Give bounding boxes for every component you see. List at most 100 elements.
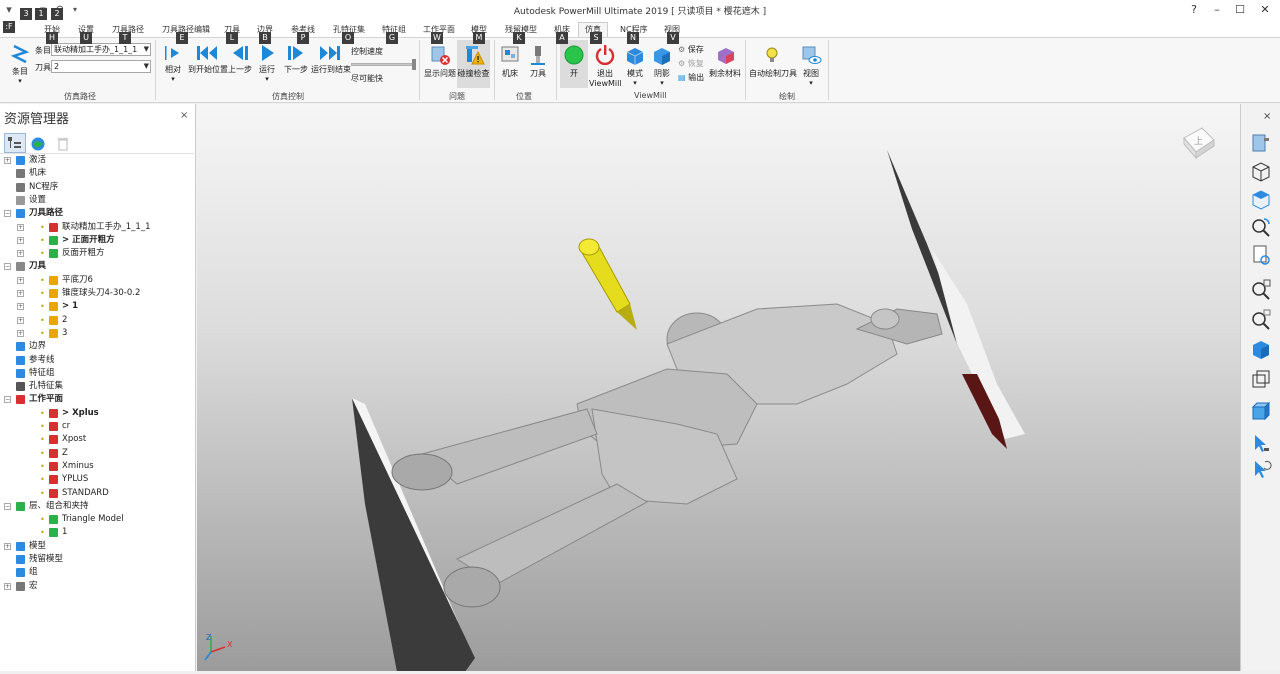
tree-item[interactable]: + • 3: [0, 327, 196, 340]
tree-item[interactable]: − 刀具: [0, 260, 196, 273]
tree-item[interactable]: • STANDARD: [0, 487, 196, 500]
exit-viewmill-button[interactable]: 退出 ViewMill: [589, 44, 622, 88]
tree-item[interactable]: − 刀具路径: [0, 207, 196, 220]
tree-item[interactable]: + • 2: [0, 314, 196, 327]
tree-item[interactable]: • Z: [0, 447, 196, 460]
machine-position-button[interactable]: 机床: [498, 44, 522, 79]
tree-item[interactable]: • > Xplus: [0, 407, 196, 420]
tree-item[interactable]: • 1: [0, 526, 196, 539]
visibility-lightbulb-icon[interactable]: •: [40, 460, 49, 471]
visibility-lightbulb-icon[interactable]: •: [40, 300, 49, 311]
web-button[interactable]: [30, 136, 46, 152]
tree-expander[interactable]: +: [4, 157, 11, 164]
undo-select-button[interactable]: [1250, 458, 1272, 480]
tree-item[interactable]: • Triangle Model: [0, 513, 196, 526]
to-start-button[interactable]: 到开始位置: [188, 44, 228, 75]
select-arrow-button[interactable]: [1250, 432, 1272, 454]
tree-item[interactable]: • Xpost: [0, 433, 196, 446]
help-button[interactable]: ?: [1183, 2, 1205, 18]
speed-slider[interactable]: [351, 59, 416, 70]
tree-item[interactable]: + 模型: [0, 540, 196, 553]
zoom-box-button[interactable]: [1250, 308, 1272, 330]
delete-button[interactable]: [56, 136, 70, 152]
tree-expander[interactable]: −: [4, 396, 11, 404]
tree-expander[interactable]: +: [17, 316, 24, 324]
zoom-rotate-button[interactable]: [1250, 216, 1272, 238]
visibility-lightbulb-icon[interactable]: •: [40, 513, 49, 524]
cube-view-button[interactable]: [1250, 188, 1272, 210]
visibility-lightbulb-icon[interactable]: •: [40, 327, 49, 338]
tree-view-button[interactable]: [4, 133, 26, 153]
step-forward-button[interactable]: 下一步: [283, 44, 309, 75]
tree-expander[interactable]: −: [4, 502, 11, 510]
visibility-lightbulb-icon[interactable]: •: [40, 234, 49, 245]
tree-item[interactable]: + • 平底刀6: [0, 274, 196, 287]
tree-item[interactable]: + • 联动精加工手办_1_1_1: [0, 221, 196, 234]
tree-item[interactable]: • cr: [0, 420, 196, 433]
step-back-button[interactable]: 上一步: [228, 44, 252, 75]
visibility-lightbulb-icon[interactable]: •: [40, 314, 49, 325]
mode-button[interactable]: 模式 ▾: [623, 44, 647, 87]
zoom-fit-button[interactable]: [1250, 278, 1272, 300]
tree-expander[interactable]: −: [4, 210, 11, 218]
collision-check-button[interactable]: 碰撞检查: [457, 40, 490, 88]
relative-button[interactable]: 相对 ▾: [160, 44, 186, 83]
tree-expander[interactable]: +: [17, 276, 24, 284]
tree-expander[interactable]: +: [17, 236, 24, 244]
visibility-lightbulb-icon[interactable]: •: [40, 420, 49, 431]
visibility-lightbulb-icon[interactable]: •: [40, 487, 49, 498]
viewport-close-button[interactable]: ×: [1263, 111, 1271, 122]
entry-button[interactable]: 条目 ▾: [8, 44, 32, 85]
show-problems-button[interactable]: 显示问题: [423, 44, 457, 79]
tree-expander[interactable]: +: [4, 582, 11, 590]
auto-draw-tool-button[interactable]: 自动绘制刀具: [749, 44, 797, 79]
output-button[interactable]: ▤ 输出: [678, 72, 704, 83]
tree-item[interactable]: 特征组: [0, 367, 196, 380]
tree-item[interactable]: 残留模型: [0, 553, 196, 566]
tree-item[interactable]: • YPLUS: [0, 473, 196, 486]
tree-expander[interactable]: +: [17, 250, 24, 258]
visibility-lightbulb-icon[interactable]: •: [40, 447, 49, 458]
visibility-lightbulb-icon[interactable]: •: [40, 473, 49, 484]
maximize-button[interactable]: ☐: [1229, 2, 1251, 18]
tree-item[interactable]: + • 锥度球头刀4-30-0.2: [0, 287, 196, 300]
run-to-end-button[interactable]: 运行到结束: [311, 44, 351, 75]
tree-item[interactable]: + 激活: [0, 154, 196, 167]
tree-item[interactable]: + • > 正面开粗方: [0, 234, 196, 247]
page-refresh-button[interactable]: [1250, 244, 1272, 266]
minimize-button[interactable]: –: [1206, 2, 1228, 18]
tool-position-button[interactable]: 刀具: [526, 44, 550, 79]
save-button[interactable]: ⚙ 保存: [678, 44, 704, 55]
tree-item[interactable]: + • 反面开粗方: [0, 247, 196, 260]
visibility-lightbulb-icon[interactable]: •: [40, 407, 49, 418]
visibility-lightbulb-icon[interactable]: •: [40, 247, 49, 258]
tree-item[interactable]: + 宏: [0, 580, 196, 593]
restore-button[interactable]: ⚙ 恢复: [678, 58, 704, 69]
run-button[interactable]: 运行 ▾: [256, 44, 278, 83]
tree-item[interactable]: − 工作平面: [0, 393, 196, 406]
visibility-lightbulb-icon[interactable]: •: [40, 221, 49, 232]
viewmill-on-button[interactable]: 开: [560, 40, 588, 88]
tree-item[interactable]: NC程序: [0, 181, 196, 194]
wire-cube-button[interactable]: [1250, 368, 1272, 390]
toolpath-view-button[interactable]: [1250, 132, 1272, 154]
visibility-lightbulb-icon[interactable]: •: [40, 433, 49, 444]
visibility-lightbulb-icon[interactable]: •: [40, 526, 49, 537]
visibility-lightbulb-icon[interactable]: •: [40, 287, 49, 298]
speed-slider-thumb[interactable]: [412, 59, 416, 70]
tree-expander[interactable]: +: [17, 303, 24, 311]
entry-select[interactable]: 联动精加工手办_1_1_1 ▼: [51, 43, 151, 56]
close-button[interactable]: ✕: [1254, 2, 1276, 18]
view-cube[interactable]: 上: [1180, 124, 1216, 160]
tree-item[interactable]: • Xminus: [0, 460, 196, 473]
tree-expander[interactable]: +: [17, 329, 24, 337]
tree-item[interactable]: 参考线: [0, 354, 196, 367]
tool-select[interactable]: 2 ▼: [51, 60, 151, 73]
remaining-stock-button[interactable]: 剩余材料: [708, 44, 742, 79]
tree-item[interactable]: 孔特征集: [0, 380, 196, 393]
tree-item[interactable]: − 层、组合和夹持: [0, 500, 196, 513]
tree-expander[interactable]: +: [4, 542, 11, 550]
graphics-viewport[interactable]: Z X 上: [197, 104, 1240, 672]
iso-view-button[interactable]: [1250, 160, 1272, 182]
shading-button[interactable]: 阴影 ▾: [650, 44, 674, 87]
